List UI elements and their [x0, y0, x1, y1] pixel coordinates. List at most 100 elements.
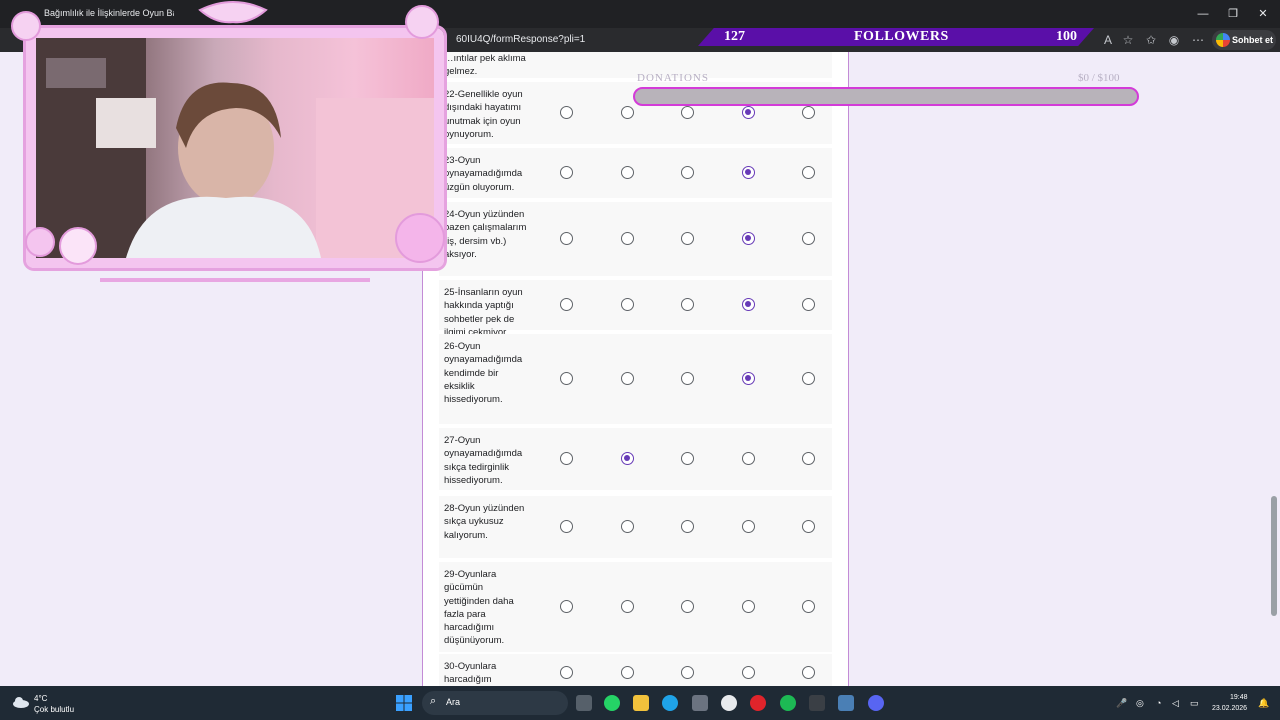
notification-icon[interactable]: 🔔: [1258, 698, 1269, 709]
task-view-icon[interactable]: [576, 695, 592, 711]
copilot-chat-button[interactable]: Sohbet et: [1212, 30, 1276, 50]
microphone-icon[interactable]: 🎤: [1116, 698, 1127, 709]
radio-option-5[interactable]: [802, 520, 815, 533]
question-row: 26-Oyun oynayamadığımda kendimde bir eks…: [439, 334, 832, 424]
radio-option-2[interactable]: [621, 372, 634, 385]
file-explorer-icon[interactable]: [633, 695, 649, 711]
radio-option-5[interactable]: [802, 232, 815, 245]
radio-option-2[interactable]: [621, 666, 634, 679]
page-scrollbar[interactable]: [1268, 52, 1280, 686]
radio-option-2[interactable]: [621, 520, 634, 533]
taskbar-search[interactable]: ⌕ Ara: [422, 691, 568, 715]
radio-option-2[interactable]: [621, 452, 634, 465]
whatsapp-icon[interactable]: [604, 695, 620, 711]
radio-option-4[interactable]: [742, 298, 755, 311]
minimize-icon[interactable]: —: [1188, 4, 1218, 24]
radio-option-5[interactable]: [802, 666, 815, 679]
radio-option-2[interactable]: [621, 232, 634, 245]
address-bar[interactable]: 60IU4Q/formResponse?pli=1: [456, 34, 585, 45]
question-row: 25-İnsanların oyun hakkında yaptığı sohb…: [439, 280, 832, 338]
discord-icon[interactable]: [868, 695, 884, 711]
followers-goal: 100: [1056, 29, 1077, 44]
close-icon[interactable]: ✕: [1248, 4, 1278, 24]
followers-label: FOLLOWERS: [854, 29, 949, 44]
favorite-star-icon[interactable]: ☆: [1120, 32, 1136, 48]
radio-option-2[interactable]: [621, 298, 634, 311]
radio-option-3[interactable]: [681, 298, 694, 311]
profile-icon[interactable]: ◉: [1166, 32, 1182, 48]
maximize-icon[interactable]: ❐: [1218, 4, 1248, 24]
donations-progress-bar: [633, 87, 1139, 106]
clock-time[interactable]: 19:48: [1230, 694, 1248, 701]
question-text: 29-Oyunlara gücümün yettiğinden daha faz…: [444, 569, 514, 647]
store-icon[interactable]: [692, 695, 708, 711]
radio-option-3[interactable]: [681, 452, 694, 465]
radio-option-1[interactable]: [560, 452, 573, 465]
copilot-icon: [1216, 33, 1230, 47]
radio-option-4[interactable]: [742, 106, 755, 119]
radio-option-1[interactable]: [560, 232, 573, 245]
chat-button-label: Sohbet et: [1232, 35, 1274, 45]
app-icon[interactable]: [838, 695, 854, 711]
radio-option-5[interactable]: [802, 372, 815, 385]
radio-option-3[interactable]: [681, 372, 694, 385]
radio-option-4[interactable]: [742, 520, 755, 533]
radio-option-4[interactable]: [742, 372, 755, 385]
weather-temperature[interactable]: 4°C: [34, 694, 47, 703]
spotify-icon[interactable]: [780, 695, 796, 711]
scroll-thumb[interactable]: [1271, 496, 1277, 616]
radio-option-3[interactable]: [681, 520, 694, 533]
radio-option-1[interactable]: [560, 106, 573, 119]
favorites-icon[interactable]: ✩: [1143, 32, 1159, 48]
search-icon: ⌕: [430, 695, 437, 707]
question-row: 30-Oyunlara harcadığım: [439, 654, 832, 686]
network-icon[interactable]: ◎: [1136, 698, 1144, 709]
radio-option-4[interactable]: [742, 452, 755, 465]
radio-option-3[interactable]: [681, 106, 694, 119]
question-row: 29-Oyunlara gücümün yettiğinden daha faz…: [439, 562, 832, 652]
radio-option-5[interactable]: [802, 452, 815, 465]
donations-label: DONATIONS: [637, 72, 709, 84]
radio-option-2[interactable]: [621, 106, 634, 119]
wifi-icon[interactable]: ◔: [1156, 698, 1161, 708]
radio-option-5[interactable]: [802, 600, 815, 613]
opera-icon[interactable]: [750, 695, 766, 711]
radio-option-2[interactable]: [621, 166, 634, 179]
radio-option-3[interactable]: [681, 232, 694, 245]
radio-option-4[interactable]: [742, 232, 755, 245]
radio-option-4[interactable]: [742, 600, 755, 613]
followers-count: 127: [724, 29, 745, 44]
radio-option-5[interactable]: [802, 298, 815, 311]
clock-date[interactable]: 23.02.2026: [1212, 705, 1247, 712]
search-label: Ara: [446, 697, 461, 707]
radio-option-1[interactable]: [560, 520, 573, 533]
volume-icon[interactable]: ◁: [1172, 698, 1179, 709]
question-row: 24-Oyun yüzünden bazen çalışmalarım (iş,…: [439, 202, 832, 276]
radio-option-1[interactable]: [560, 166, 573, 179]
radio-option-4[interactable]: [742, 166, 755, 179]
radio-option-1[interactable]: [560, 298, 573, 311]
radio-option-3[interactable]: [681, 600, 694, 613]
question-text: 26-Oyun oynayamadığımda kendimde bir eks…: [444, 341, 523, 406]
radio-option-3[interactable]: [681, 166, 694, 179]
obs-icon[interactable]: [809, 695, 825, 711]
edge-icon[interactable]: [662, 695, 678, 711]
radio-option-3[interactable]: [681, 666, 694, 679]
radio-option-4[interactable]: [742, 666, 755, 679]
battery-icon[interactable]: ▭: [1190, 698, 1199, 709]
radio-option-1[interactable]: [560, 372, 573, 385]
radio-option-5[interactable]: [802, 106, 815, 119]
windows-taskbar: 4°C Çok bulutlu ⌕ Ara 🎤 ◎ ◔ ◁ ▭ 19:48 23…: [0, 686, 1280, 720]
question-row: 27-Oyun oynayamadığımda sıkça tedirginli…: [439, 428, 832, 490]
windows-start-icon[interactable]: [396, 695, 412, 711]
radio-option-1[interactable]: [560, 666, 573, 679]
radio-option-5[interactable]: [802, 166, 815, 179]
radio-option-2[interactable]: [621, 600, 634, 613]
radio-option-1[interactable]: [560, 600, 573, 613]
donations-amount: $0 / $100: [1078, 72, 1120, 84]
chatgpt-icon[interactable]: [721, 695, 737, 711]
more-icon[interactable]: ⋯: [1190, 32, 1206, 48]
read-aloud-icon[interactable]: A: [1100, 32, 1116, 48]
cloud-icon: [13, 697, 29, 708]
weather-description[interactable]: Çok bulutlu: [34, 705, 74, 714]
